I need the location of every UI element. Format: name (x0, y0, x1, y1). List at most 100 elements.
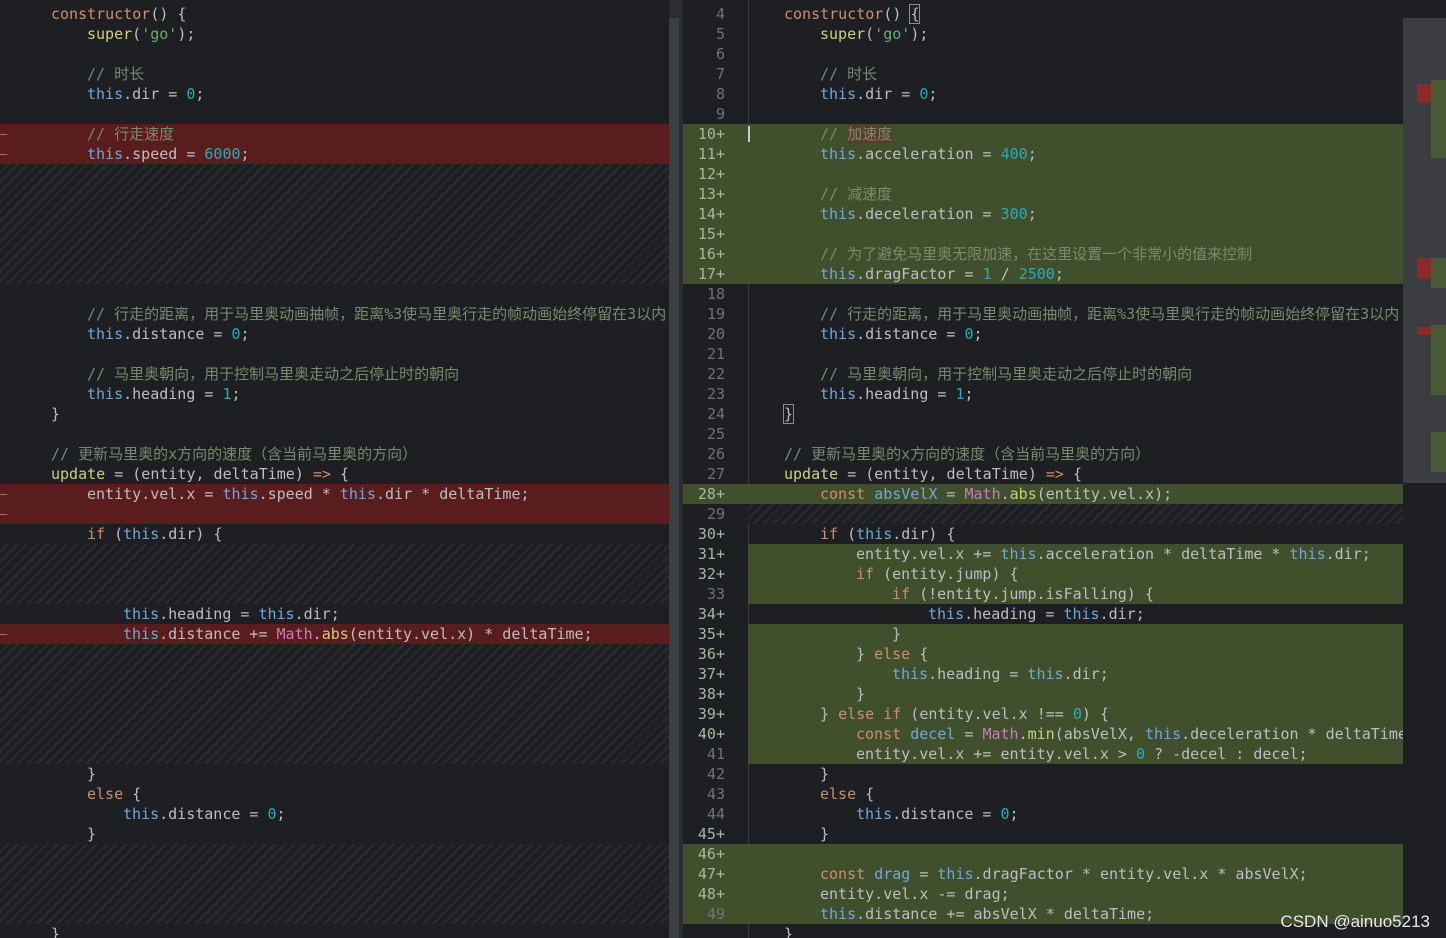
added-line[interactable]: } else { (683, 644, 1403, 664)
added-line[interactable]: this.deceleration = 300; (683, 204, 1403, 224)
code-line[interactable]: } (683, 764, 1403, 784)
code-token: 6000 (204, 145, 241, 163)
code-line[interactable]: this.heading = 1; (683, 384, 1403, 404)
added-line[interactable]: entity.vel.x -= drag; (683, 884, 1403, 904)
deleted-line[interactable]: – entity.vel.x = this.speed * this.dir * … (0, 484, 669, 504)
change-marker[interactable] (1417, 258, 1431, 278)
code-token: Math (276, 625, 313, 643)
code-line[interactable]: super('go'); (683, 24, 1403, 44)
code-line[interactable]: } (0, 404, 669, 424)
deleted-line[interactable]: – this.distance += Math.abs(entity.vel.x)… (0, 624, 669, 644)
deleted-line[interactable]: – this.speed = 6000; (0, 144, 669, 164)
deleted-line[interactable]: – (0, 504, 669, 524)
added-line[interactable]: const absVelX = Math.abs(entity.vel.x); (683, 484, 1403, 504)
code-line[interactable]: // 时长 (0, 64, 669, 84)
change-marker[interactable] (1431, 80, 1446, 158)
code-line[interactable]: // 更新马里奥的x方向的速度（含当前马里奥的方向） (0, 444, 669, 464)
code-line[interactable]: constructor() { (0, 4, 669, 24)
code-line[interactable]: this.distance = 0; (683, 804, 1403, 824)
code-line[interactable]: this.distance = 0; (0, 324, 669, 344)
code-token: update (51, 465, 106, 483)
added-line[interactable]: // 减速度 (683, 184, 1403, 204)
code-token: this (87, 145, 124, 163)
code-line[interactable]: // 马里奥朝向，用于控制马里奥走动之后停止时的朝向 (683, 364, 1403, 384)
code-token: { (856, 785, 875, 803)
change-marker[interactable] (1431, 325, 1446, 395)
added-line[interactable]: } (683, 624, 1403, 644)
line-number: 29 (706, 505, 725, 523)
code-line[interactable]: else { (683, 784, 1403, 804)
code-line[interactable]: } (0, 924, 669, 938)
code-token: this (1000, 545, 1037, 563)
change-marker[interactable] (1431, 432, 1446, 472)
added-line[interactable]: // 加速度 (683, 124, 1403, 144)
code-token: this (1063, 605, 1100, 623)
code-line[interactable]: update = (entity, deltaTime) => { (683, 464, 1403, 484)
code-line[interactable]: else { (0, 784, 669, 804)
code-line[interactable]: this.heading = this.dir; (0, 604, 669, 624)
diff-filler (748, 504, 1403, 524)
code-token: 0 (1072, 705, 1082, 723)
added-line[interactable]: } (683, 684, 1403, 704)
code-token: } (87, 825, 97, 843)
diff-minimap[interactable] (1403, 0, 1446, 938)
code-token: ( (132, 25, 142, 43)
comment-text: // 更新马里奥的x方向的速度（含当前马里奥的方向） (51, 445, 418, 463)
code-line[interactable]: // 行走的距离，用于马里奥动画抽帧，距离%3使马里奥行走的帧动画始终停留在3以… (683, 304, 1403, 324)
deleted-line[interactable]: – // 行走速度 (0, 124, 669, 144)
added-line[interactable]: if (entity.jump) { (683, 564, 1403, 584)
code-token: .dir) { (892, 525, 956, 543)
added-line[interactable]: const drag = this.dragFactor * entity.ve… (683, 864, 1403, 884)
change-marker[interactable] (1431, 258, 1446, 288)
added-line[interactable]: entity.vel.x += this.acceleration * delt… (683, 544, 1403, 564)
change-marker[interactable] (1417, 327, 1431, 335)
code-token: 2500 (1018, 265, 1055, 283)
added-line[interactable]: this.heading = this.dir; (683, 664, 1403, 684)
code-token: this (820, 145, 857, 163)
code-token: .dir) { (159, 525, 223, 543)
code-line[interactable]: super('go'); (0, 24, 669, 44)
change-marker[interactable] (1417, 84, 1431, 102)
line-number: 32+ (697, 565, 725, 583)
comment-text: // 行走的距离，用于马里奥动画抽帧，距离%3使马里奥行走的帧动画始终停留在3以… (87, 305, 667, 323)
line-number: 27 (706, 465, 725, 483)
code-line[interactable]: update = (entity, deltaTime) => { (0, 464, 669, 484)
code-line[interactable]: // 马里奥朝向，用于控制马里奥走动之后停止时的朝向 (0, 364, 669, 384)
code-line[interactable]: // 时长 (683, 64, 1403, 84)
code-token: = (entity, deltaTime) (105, 465, 313, 483)
added-line[interactable]: this.acceleration = 400; (683, 144, 1403, 164)
code-line[interactable]: constructor() { (683, 4, 1403, 24)
code-token: this (928, 605, 965, 623)
code-token: ) { (1081, 705, 1109, 723)
added-line[interactable]: entity.vel.x += entity.vel.x > 0 ? -dece… (683, 744, 1403, 764)
code-line[interactable]: // 行走的距离，用于马里奥动画抽帧，距离%3使马里奥行走的帧动画始终停留在3以… (0, 304, 669, 324)
code-token: .dir; (1063, 665, 1109, 683)
line-number: 45+ (697, 825, 725, 843)
left-diff-pane[interactable]: constructor() { super('go'); // 时长 this.… (0, 0, 669, 938)
code-line[interactable]: this.dir = 0; (683, 84, 1403, 104)
code-line[interactable]: this.heading = this.dir; (683, 604, 1403, 624)
code-line[interactable]: // 更新马里奥的x方向的速度（含当前马里奥的方向） (683, 444, 1403, 464)
code-line[interactable]: } (683, 824, 1403, 844)
right-diff-pane[interactable]: constructor() { super('go'); // 时长 this.… (683, 0, 1403, 938)
left-scrollbar[interactable] (669, 18, 679, 938)
code-line[interactable]: this.dir = 0; (0, 84, 669, 104)
added-line[interactable]: } else if (entity.vel.x !== 0) { (683, 704, 1403, 724)
code-line[interactable]: } (683, 404, 1403, 424)
added-line[interactable]: const decel = Math.min(absVelX, this.dec… (683, 724, 1403, 744)
added-line[interactable]: // 为了避免马里奥无限加速，在这里设置一个非常小的值来控制 (683, 244, 1403, 264)
code-token: 1 (222, 385, 232, 403)
code-line[interactable]: this.distance = 0; (0, 804, 669, 824)
code-token: .distance = (159, 805, 268, 823)
code-line[interactable]: } (0, 824, 669, 844)
code-token: .distance = (892, 805, 1001, 823)
code-token: 0 (231, 325, 241, 343)
code-line[interactable]: this.distance = 0; (683, 324, 1403, 344)
added-line[interactable]: if (!entity.jump.isFalling) { (683, 584, 1403, 604)
line-number: 7 (715, 65, 725, 83)
code-line[interactable]: this.heading = 1; (0, 384, 669, 404)
added-line[interactable]: this.dragFactor = 1 / 2500; (683, 264, 1403, 284)
code-line[interactable]: } (0, 764, 669, 784)
code-line[interactable]: if (this.dir) { (0, 524, 669, 544)
code-line[interactable]: if (this.dir) { (683, 524, 1403, 544)
